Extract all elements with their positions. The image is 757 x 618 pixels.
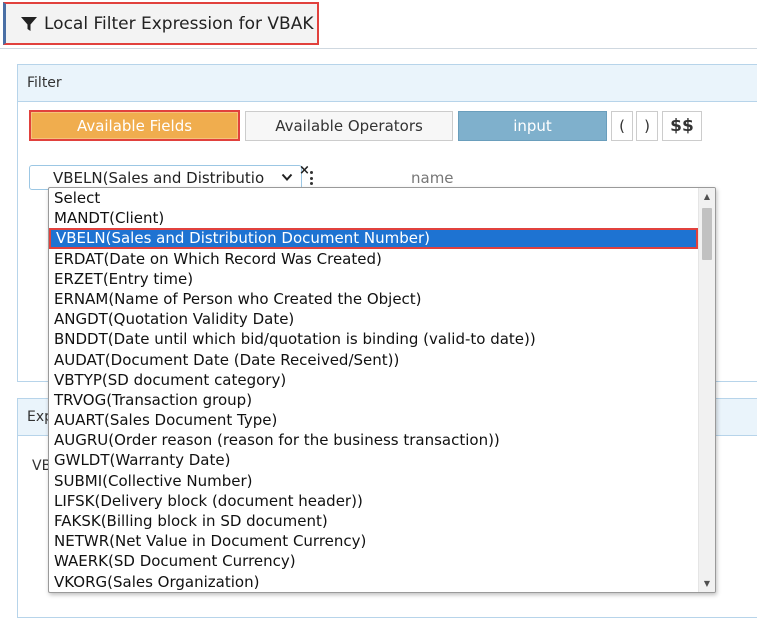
dropdown-option[interactable]: ERDAT(Date on Which Record Was Created)	[49, 249, 698, 269]
dropdown-options: Select MANDT(Client) VBELN(Sales and Distr…	[49, 188, 698, 592]
close-paren-button[interactable]: )	[636, 111, 658, 141]
input-button[interactable]: input	[458, 111, 607, 141]
dropdown-option-selected[interactable]: VBELN(Sales and Distribution Document Nu…	[49, 228, 698, 249]
dropdown-option[interactable]: VKORG(Sales Organization)	[49, 572, 698, 592]
dropdown-option[interactable]: ERZET(Entry time)	[49, 269, 698, 289]
dropdown-option[interactable]: GWLDT(Warranty Date)	[49, 450, 698, 470]
open-paren-button[interactable]: (	[611, 111, 633, 141]
dropdown-option[interactable]: ERNAM(Name of Person who Created the Obj…	[49, 289, 698, 309]
dropdown-option[interactable]: NETWR(Net Value in Document Currency)	[49, 531, 698, 551]
dropdown-option[interactable]: TRVOG(Transaction group)	[49, 390, 698, 410]
dropdown-option[interactable]: ANGDT(Quotation Validity Date)	[49, 309, 698, 329]
page-title-box: Local Filter Expression for VBAK	[3, 2, 319, 45]
dropdown-option[interactable]: Select	[49, 188, 698, 208]
drag-handle-icon[interactable]	[308, 171, 314, 185]
available-operators-button[interactable]: Available Operators	[245, 111, 453, 141]
dropdown-option[interactable]: AUDAT(Document Date (Date Received/Sent)…	[49, 350, 698, 370]
dropdown-scrollbar[interactable]: ▲ ▼	[698, 188, 715, 592]
dollar-button[interactable]: $$	[662, 111, 702, 141]
available-fields-button[interactable]: Available Fields	[29, 110, 240, 141]
dropdown-option[interactable]: LIFSK(Delivery block (document header))	[49, 491, 698, 511]
field-select-value: VBELN(Sales and Distributio	[53, 168, 265, 187]
dropdown-option[interactable]: AUGRU(Order reason (reason for the busin…	[49, 430, 698, 450]
dropdown-option[interactable]: VBTYP(SD document category)	[49, 370, 698, 390]
scroll-down-icon[interactable]: ▼	[699, 575, 715, 592]
scrollbar-thumb[interactable]	[702, 208, 712, 260]
scroll-up-icon[interactable]: ▲	[699, 188, 715, 205]
dropdown-option[interactable]: BNDDT(Date until which bid/quotation is …	[49, 329, 698, 349]
filter-section-header: Filter	[18, 65, 757, 102]
dropdown-option[interactable]: WAERK(SD Document Currency)	[49, 551, 698, 571]
filter-icon	[21, 16, 37, 31]
dropdown-option[interactable]: AUART(Sales Document Type)	[49, 410, 698, 430]
dropdown-option[interactable]: MANDT(Client)	[49, 208, 698, 228]
field-dropdown-list[interactable]: Select MANDT(Client) VBELN(Sales and Distr…	[48, 187, 716, 593]
dropdown-option[interactable]: FAKSK(Billing block in SD document)	[49, 511, 698, 531]
name-placeholder: name	[411, 169, 454, 187]
page-title: Local Filter Expression for VBAK	[44, 13, 314, 34]
chevron-down-icon	[281, 173, 293, 181]
dropdown-option[interactable]: SUBMI(Collective Number)	[49, 471, 698, 491]
title-bar: Local Filter Expression for VBAK	[0, 0, 757, 49]
